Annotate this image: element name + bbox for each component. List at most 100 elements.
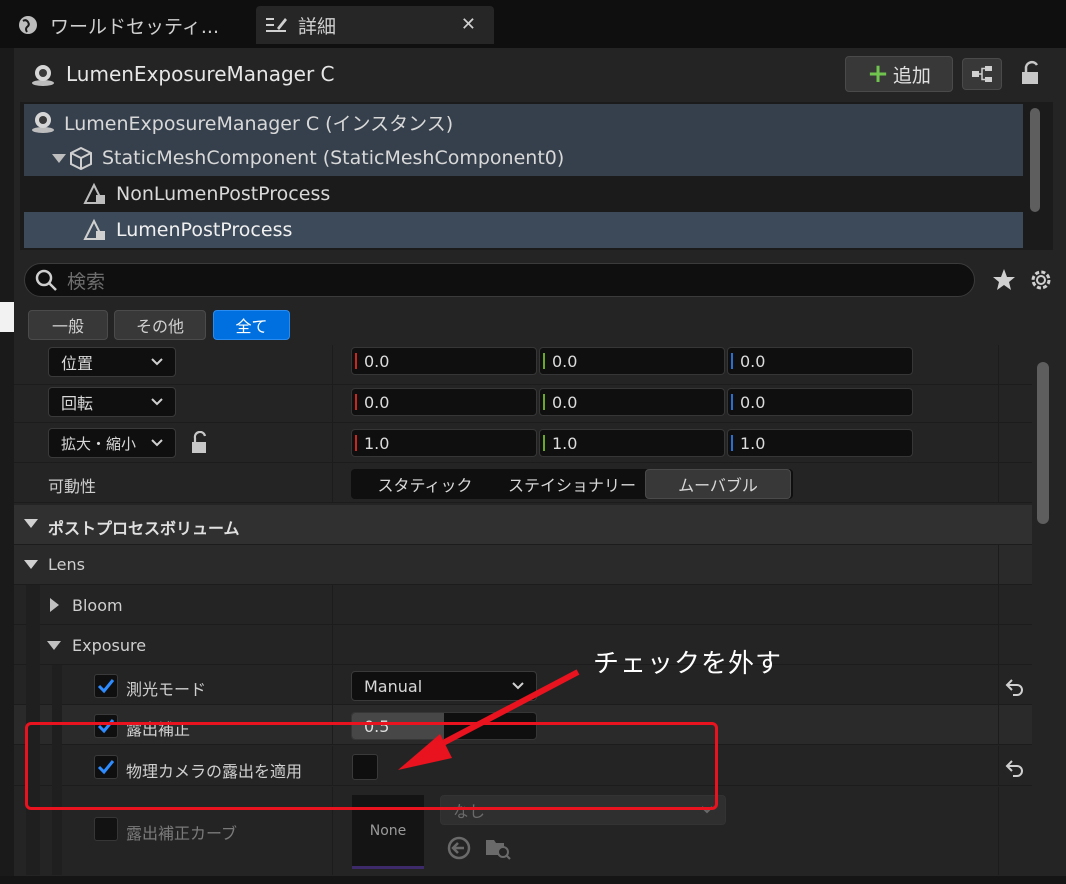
add-label: 追加: [892, 64, 931, 87]
annotation-text: チェックを外す: [593, 649, 783, 679]
section-title: Bloom: [72, 596, 123, 615]
filter-other-button[interactable]: その他: [114, 310, 206, 340]
tab-bar: ワールドセッティ... 詳細 ✕: [0, 0, 1066, 48]
mobility-movable-option[interactable]: ムーバブル: [645, 469, 791, 499]
blueprint-button[interactable]: [962, 58, 1002, 90]
metering-mode-dropdown[interactable]: Manual: [351, 671, 537, 701]
divider: [332, 665, 333, 704]
section-exposure[interactable]: Exposure: [14, 625, 1032, 665]
chevron-down-icon: [151, 439, 163, 447]
filter-general-button[interactable]: 一般: [28, 310, 108, 340]
mobility-row: 可動性 スタティック ステイショナリー ムーバブル: [14, 463, 1032, 503]
annotation-highlight-box: [25, 722, 718, 810]
details-icon: [264, 13, 288, 37]
divider: [998, 345, 999, 384]
exposure-curve-override-checkbox[interactable]: [94, 817, 118, 841]
expand-arrow-icon[interactable]: [50, 598, 59, 612]
scale-x-field[interactable]: 1.0: [351, 429, 537, 457]
gear-icon[interactable]: [1028, 267, 1054, 293]
location-dropdown[interactable]: 位置: [48, 347, 176, 377]
component-tree: LumenExposureManager C (インスタンス) StaticMe…: [20, 102, 1053, 250]
blueprint-icon: [972, 66, 992, 82]
tree-item-actor[interactable]: LumenExposureManager C (インスタンス): [24, 104, 1023, 140]
tree-item-lumen[interactable]: LumenPostProcess: [24, 212, 1023, 248]
scale-label: 拡大・縮小: [61, 434, 137, 453]
divider: [998, 585, 999, 624]
location-x: 0.0: [364, 351, 390, 371]
location-z-field[interactable]: 0.0: [727, 347, 913, 375]
rotation-x-field[interactable]: 0.0: [351, 388, 537, 416]
rotation-x: 0.0: [364, 392, 390, 412]
divider: [998, 463, 999, 502]
divider: [998, 625, 999, 664]
lock-icon[interactable]: [188, 430, 210, 459]
tree-item-static-mesh[interactable]: StaticMeshComponent (StaticMeshComponent…: [24, 140, 1023, 176]
globe-icon: [16, 13, 40, 37]
lock-icon[interactable]: [1018, 60, 1044, 88]
option-label: ステイショナリー: [507, 476, 636, 495]
tree-item-nonlumen[interactable]: NonLumenPostProcess: [24, 176, 1023, 212]
tree-item-label: StaticMeshComponent (StaticMeshComponent…: [102, 147, 565, 169]
divider: [998, 545, 999, 584]
divider: [332, 383, 333, 422]
property-scrollbar[interactable]: [1037, 362, 1049, 524]
rotation-row: 回転 0.0 0.0 0.0: [14, 383, 1032, 423]
divider: [998, 665, 999, 704]
metering-mode-row: 測光モード Manual: [14, 665, 1032, 875]
section-bloom[interactable]: Bloom: [14, 585, 1032, 625]
section-title: Lens: [48, 555, 85, 574]
mobility-stationary-option[interactable]: ステイショナリー: [499, 469, 645, 499]
left-strip: [0, 48, 14, 884]
section-title: ポストプロセスボリューム: [48, 519, 240, 538]
tab-world-settings[interactable]: ワールドセッティ...: [16, 6, 246, 44]
collapse-arrow-icon[interactable]: [47, 641, 61, 650]
scale-y-field[interactable]: 1.0: [539, 429, 725, 457]
expand-arrow-icon[interactable]: [52, 153, 66, 163]
browse-asset-icon[interactable]: [484, 835, 512, 865]
exposure-curve-label: 露出補正カーブ: [126, 824, 238, 843]
indent-bar: [26, 625, 40, 665]
star-icon[interactable]: [991, 267, 1017, 293]
option-label: スタティック: [377, 476, 473, 495]
rotation-z-field[interactable]: 0.0: [727, 388, 913, 416]
mobility-segmented-control: スタティック ステイショナリー ムーバブル: [351, 469, 793, 499]
location-y-field[interactable]: 0.0: [539, 347, 725, 375]
actor-title: LumenExposureManager C: [66, 62, 335, 86]
tab-details[interactable]: 詳細 ✕: [256, 6, 494, 44]
location-label: 位置: [61, 354, 94, 373]
divider: [998, 746, 999, 785]
tree-item-label: LumenExposureManager C (インスタンス): [64, 112, 454, 135]
section-lens[interactable]: Lens: [14, 545, 1032, 585]
divider: [332, 345, 333, 384]
tree-scrollbar[interactable]: [1030, 108, 1040, 212]
chevron-down-icon: [151, 358, 163, 366]
close-icon[interactable]: ✕: [461, 14, 476, 35]
location-x-field[interactable]: 0.0: [351, 347, 537, 375]
collapse-arrow-icon[interactable]: [24, 560, 38, 569]
location-z: 0.0: [740, 351, 766, 371]
divider: [332, 423, 333, 462]
divider: [998, 383, 999, 422]
mobility-static-option[interactable]: スタティック: [351, 469, 499, 499]
scale-dropdown[interactable]: 拡大・縮小: [48, 428, 176, 458]
metering-mode-label: 測光モード: [126, 680, 207, 699]
divider: [332, 463, 333, 502]
postprocess-icon: [82, 181, 108, 207]
metering-mode-value: Manual: [364, 676, 423, 696]
search-field[interactable]: 検索: [24, 263, 975, 297]
add-component-button[interactable]: + 追加: [845, 56, 953, 92]
rotation-y-field[interactable]: 0.0: [539, 388, 725, 416]
chevron-down-icon: [151, 398, 163, 406]
collapse-arrow-icon[interactable]: [24, 519, 38, 528]
thumbnail-label: None: [369, 823, 407, 839]
use-selected-asset-icon[interactable]: [446, 835, 472, 865]
rotation-dropdown[interactable]: 回転: [48, 387, 176, 417]
section-postprocess[interactable]: ポストプロセスボリューム: [14, 505, 1032, 545]
scale-z: 1.0: [740, 433, 766, 453]
section-title: Exposure: [72, 636, 147, 655]
filter-all-button[interactable]: 全て: [213, 310, 290, 340]
actor-icon: [30, 109, 56, 135]
background-window-edge: [0, 302, 14, 332]
metering-mode-override-checkbox[interactable]: [94, 674, 118, 698]
scale-z-field[interactable]: 1.0: [727, 429, 913, 457]
